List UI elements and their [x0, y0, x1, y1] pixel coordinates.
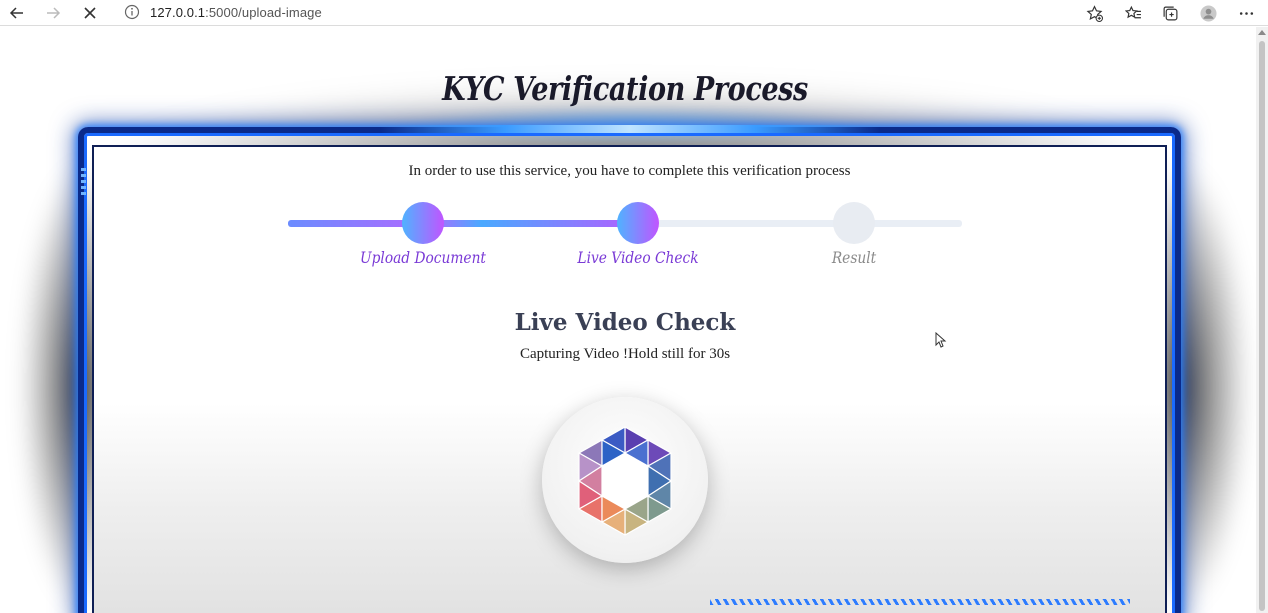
step-1-dot	[402, 202, 444, 244]
frame-light-bar	[380, 125, 880, 133]
forward-button[interactable]	[41, 1, 65, 25]
section-subtitle: Capturing Video !Hold still for 30s	[519, 346, 731, 362]
close-icon	[84, 7, 96, 19]
frame-decoration-hatch	[710, 599, 1130, 605]
page-viewport: KYC Verification Process In order to use…	[0, 27, 1256, 613]
page-title: KYC Verification Process	[442, 69, 808, 108]
progress-track-fill	[288, 220, 640, 227]
info-icon[interactable]	[124, 4, 140, 20]
hexagon-spinner-icon	[578, 426, 672, 536]
browser-toolbar: 127.0.0.1:5000/upload-image	[0, 0, 1268, 26]
address-bar[interactable]: 127.0.0.1:5000/upload-image	[113, 0, 1113, 24]
stop-loading-button[interactable]	[78, 1, 102, 25]
favorites-button[interactable]	[1121, 1, 1145, 25]
url-path: :5000/upload-image	[205, 4, 322, 20]
url-host: 127.0.0.1	[150, 4, 206, 20]
collections-icon	[1163, 6, 1177, 20]
arrow-left-icon	[9, 7, 23, 19]
profile-avatar-icon	[1199, 4, 1217, 22]
intro-text: In order to use this service, you have t…	[408, 163, 851, 179]
scroll-up-arrow-icon[interactable]	[1258, 30, 1266, 35]
frame-decoration-dots	[81, 168, 86, 198]
profile-button[interactable]	[1196, 1, 1220, 25]
step-2-dot	[617, 202, 659, 244]
more-menu-button[interactable]	[1234, 1, 1258, 25]
mouse-cursor-icon	[935, 332, 947, 348]
section-title: Live Video Check	[514, 309, 736, 336]
scrollbar-thumb[interactable]	[1259, 41, 1265, 611]
step-3-dot	[833, 202, 875, 244]
step-3-label: Result	[831, 248, 877, 267]
collections-button[interactable]	[1158, 1, 1182, 25]
arrow-right-icon	[47, 7, 61, 19]
step-2-label: Live Video Check	[577, 248, 699, 267]
more-icon	[1239, 11, 1253, 15]
star-add-icon	[1086, 4, 1103, 22]
page-scrollbar[interactable]	[1256, 27, 1268, 613]
add-favorite-button[interactable]	[1082, 1, 1106, 25]
back-button[interactable]	[5, 1, 29, 25]
url-text: 127.0.0.1:5000/upload-image	[150, 5, 322, 20]
step-1-label: Upload Document	[360, 248, 486, 267]
favorites-icon	[1124, 5, 1141, 18]
